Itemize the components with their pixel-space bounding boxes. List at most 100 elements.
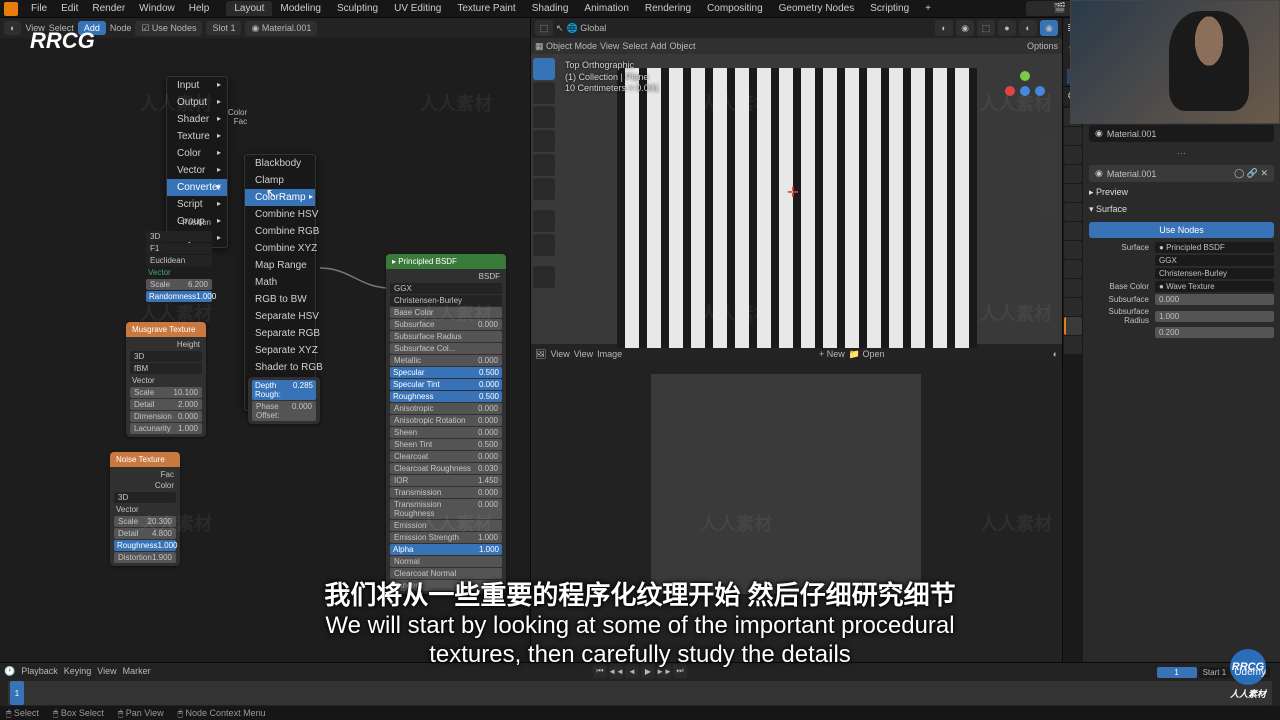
play-reverse-icon[interactable]: ◄ (625, 664, 639, 678)
musgrave-scale[interactable]: Scale10.100 (130, 387, 202, 398)
sss-radius-1[interactable]: 1.000 (1155, 311, 1274, 322)
musgrave-type[interactable]: fBM (130, 363, 202, 374)
prop-tab-world[interactable] (1064, 184, 1082, 202)
nav-pan-icon[interactable] (1040, 156, 1058, 174)
tool-add-cube[interactable] (533, 266, 555, 288)
musgrave-vector[interactable]: Vector (132, 376, 155, 385)
material-list-pager[interactable]: ⋯ (1089, 144, 1274, 163)
node-noise-header[interactable]: Noise Texture (110, 452, 180, 467)
vp-shading-wire[interactable]: ⬚ (977, 20, 995, 36)
vp-menu-object[interactable]: Object (669, 41, 695, 51)
img-open-button[interactable]: 📁 Open (849, 349, 885, 360)
next-key-icon[interactable]: ►► (657, 664, 671, 678)
preview-panel-header[interactable]: Preview (1089, 184, 1274, 201)
jump-end-icon[interactable]: ⏭ (673, 664, 687, 678)
3d-viewport[interactable]: Top Orthographic (1) Collection | Plane … (531, 54, 1062, 344)
vp-menu-select[interactable]: Select (622, 41, 647, 51)
node-voronoi-top[interactable]: 3D F1 Euclidean Vector Scale6.200 Random… (146, 230, 212, 303)
voronoi-dim[interactable]: 3D (146, 231, 212, 242)
voronoi-scale[interactable]: Scale6.200 (146, 279, 212, 290)
noise-scale[interactable]: Scale20.300 (114, 516, 176, 527)
add-menu-color[interactable]: Color (167, 145, 227, 162)
prop-tab-scene[interactable] (1064, 165, 1082, 183)
play-icon[interactable]: ▶ (641, 664, 655, 678)
use-nodes-button[interactable]: Use Nodes (1089, 222, 1274, 238)
prop-tab-particles[interactable] (1064, 241, 1082, 259)
bsdf-row-transmission-roughness[interactable]: Transmission Roughness0.000 (390, 499, 502, 519)
menu-window[interactable]: Window (132, 3, 182, 14)
bsdf-row-specular-tint[interactable]: Specular Tint0.000 (390, 379, 502, 390)
tl-marker[interactable]: Marker (123, 666, 151, 676)
noise-dim[interactable]: 3D (114, 492, 176, 503)
slot-selector[interactable]: Slot 1 (206, 21, 241, 35)
nav-camera-icon[interactable] (1040, 178, 1058, 196)
musgrave-detail[interactable]: Detail2.000 (130, 399, 202, 410)
noise-distortion[interactable]: Distortion1.900 (114, 552, 176, 563)
playhead[interactable]: 1 (10, 681, 24, 705)
conv-clamp[interactable]: Clamp (245, 172, 315, 189)
bsdf-row-ior[interactable]: IOR1.450 (390, 475, 502, 486)
voronoi-randomness[interactable]: Randomness1.000 (146, 291, 212, 302)
editor-type-3d-icon[interactable]: ⬚ (535, 20, 553, 36)
noise-roughness[interactable]: Roughness1.000 (114, 540, 176, 551)
distribution-field[interactable]: GGX (1155, 255, 1274, 266)
node-musgrave-header[interactable]: Musgrave Texture (126, 322, 206, 337)
node-musgrave[interactable]: Musgrave Texture Height 3D fBM Vector Sc… (126, 322, 206, 437)
musgrave-dim[interactable]: 3D (130, 351, 202, 362)
tool-select-box[interactable] (533, 58, 555, 80)
prop-tab-output[interactable] (1064, 127, 1082, 145)
conv-separate-rgb[interactable]: Separate RGB (245, 325, 315, 342)
tool-scale[interactable] (533, 154, 555, 176)
noise-vector[interactable]: Vector (116, 505, 139, 514)
conv-blackbody[interactable]: Blackbody (245, 155, 315, 172)
add-menu-input[interactable]: Input (167, 77, 227, 94)
bsdf-distribution[interactable]: GGX (390, 283, 502, 294)
tool-annotate[interactable] (533, 210, 555, 232)
node-editor-canvas[interactable]: Input Output Shader Texture Color Vector… (0, 38, 530, 706)
bsdf-row-sheen[interactable]: Sheen0.000 (390, 427, 502, 438)
surface-panel-header[interactable]: Surface (1089, 201, 1274, 218)
vp-options[interactable]: Options (1027, 41, 1058, 51)
conv-combine-xyz[interactable]: Combine XYZ (245, 240, 315, 257)
musgrave-out-height[interactable]: Height (130, 339, 202, 350)
noise-out-color[interactable]: Color (114, 480, 176, 491)
tab-shading[interactable]: Shading (524, 1, 577, 16)
noise-out-fac[interactable]: Fac (114, 469, 176, 480)
bsdf-row-alpha[interactable]: Alpha1.000 (390, 544, 502, 555)
base-color-field[interactable]: ● Wave Texture (1155, 281, 1274, 292)
bsdf-row-clearcoat-normal[interactable]: Clearcoat Normal (390, 568, 502, 579)
tab-modeling[interactable]: Modeling (272, 1, 329, 16)
add-menu-converter[interactable]: Converter (167, 179, 227, 196)
tl-keying[interactable]: Keying (64, 666, 92, 676)
add-menu-texture[interactable]: Texture (167, 128, 227, 145)
img-mode-selector[interactable]: View (550, 349, 569, 359)
vp-shading-matprev[interactable]: ◐ (1019, 20, 1037, 36)
prop-tab-physics[interactable] (1064, 260, 1082, 278)
bsdf-row-base-color[interactable]: Base Color (390, 307, 502, 318)
editor-type-selector[interactable]: ◐ (4, 21, 21, 35)
use-nodes-toggle[interactable]: ☑ Use Nodes (135, 21, 202, 36)
node-phase-card[interactable]: Depth Rough:0.285 Phase Offset:0.000 (248, 377, 320, 424)
tool-move[interactable] (533, 106, 555, 128)
surface-shader-field[interactable]: ● Principled BSDF (1155, 242, 1274, 253)
img-menu-view[interactable]: View (574, 349, 593, 359)
vp-menu-add[interactable]: Add (650, 41, 666, 51)
tab-animation[interactable]: Animation (576, 1, 636, 16)
img-display-icon[interactable]: ◐ (1053, 349, 1058, 359)
add-menu-vector[interactable]: Vector (167, 162, 227, 179)
bsdf-row-specular[interactable]: Specular0.500 (390, 367, 502, 378)
nav-zoom-icon[interactable] (1040, 134, 1058, 152)
bsdf-row-subsurface-radius[interactable]: Subsurface Radius (390, 331, 502, 342)
vp-overlay-toggle[interactable]: ◐ (935, 20, 953, 36)
nav-persp-icon[interactable] (1040, 200, 1058, 218)
bsdf-out[interactable]: BSDF (390, 271, 502, 282)
prop-tab-viewlayer[interactable] (1064, 146, 1082, 164)
conv-combine-hsv[interactable]: Combine HSV (245, 206, 315, 223)
timeline-type-icon[interactable]: 🕐 (4, 666, 15, 677)
depth-rough-slider[interactable]: Depth Rough:0.285 (252, 380, 316, 400)
bsdf-row-emission-strength[interactable]: Emission Strength1.000 (390, 532, 502, 543)
jump-start-icon[interactable]: ⏮ (593, 664, 607, 678)
bsdf-row-tangent[interactable]: Tangent (390, 580, 502, 591)
mode-selector[interactable]: ▦ Object Mode (535, 41, 597, 52)
tool-cursor[interactable] (533, 82, 555, 104)
